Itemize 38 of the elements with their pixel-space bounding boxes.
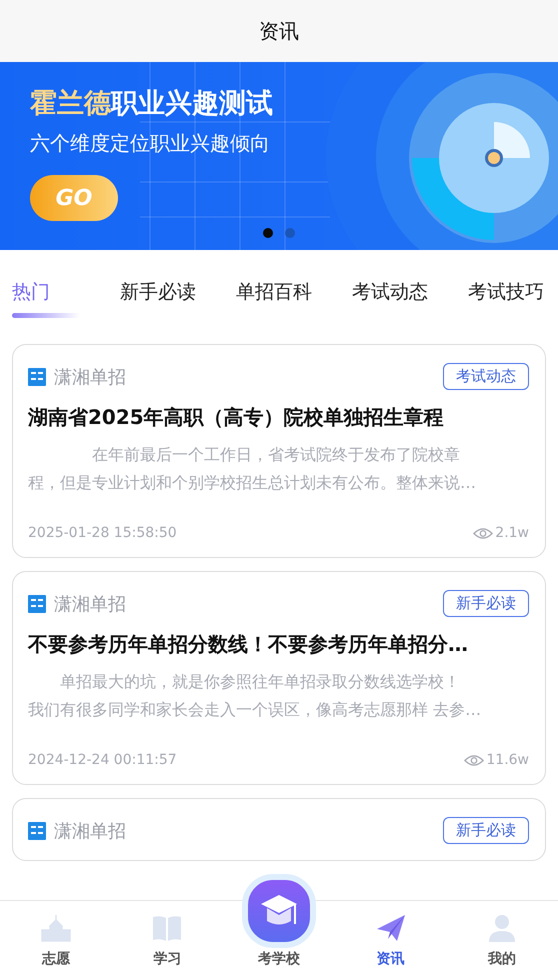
building-icon — [40, 912, 72, 944]
category-tag: 考试动态 — [443, 363, 529, 390]
carousel-dot[interactable] — [285, 228, 295, 238]
article-summary: 单招最大的坑，就是你参照往年单招录取分数线选学校！ 我们有很多同学和家长会走入一个误区，像高考志愿那样 去参… — [28, 671, 482, 721]
article-card[interactable]: 潇湘单招 新手必读 不要参考历年单招分数线！不要参考历年单招分… 单招最大的坑，就是你参照往年单招录取分数线选学校！ 我们有很多同学和家长会走入一个误区，像高考志愿那样 去参… 2024-12-24 00:11:57 11.6w — [12, 571, 546, 785]
nav-item[interactable]: 志愿 — [16, 912, 96, 968]
category-tab[interactable]: 考试动态 — [352, 278, 428, 318]
nav-item[interactable]: 我的 — [462, 912, 542, 968]
eye-icon — [464, 754, 484, 766]
banner-title: 霍兰德职业兴趣测试 — [30, 87, 273, 121]
publish-date: 2025-01-28 15:58:50 — [28, 525, 177, 541]
category-tab[interactable]: 考试技巧 — [468, 278, 544, 318]
carousel-dot[interactable] — [263, 228, 273, 238]
article-card[interactable]: 潇湘单招 考试动态 湖南省2025年高职（高专）院校单独招生章程 在年前最后一个工作日，省考试院终于发布了院校章 程，但是专业计划和个别学校招生总计划未有公布。整体来说… 2025-01-28 15:58:50 2.1w — [12, 344, 546, 558]
category-tab[interactable]: 新手必读 — [120, 278, 196, 318]
category-tab[interactable]: 单招百科 — [236, 278, 312, 318]
promo-banner[interactable]: 霍兰德职业兴趣测试 六个维度定位职业兴趣倾向 GO — [0, 62, 558, 250]
page-title: 资讯 — [259, 18, 299, 44]
source-logo-icon — [28, 368, 46, 386]
article-card[interactable]: 潇湘单招 新手必读 — [12, 798, 546, 861]
source-name: 潇湘单招 — [54, 592, 126, 616]
nav-item[interactable]: 学习 — [127, 912, 208, 968]
source-name: 潇湘单招 — [54, 820, 126, 842]
category-tag: 新手必读 — [443, 590, 529, 617]
article-title: 湖南省2025年高职（高专）院校单独招生章程 — [28, 404, 445, 431]
eye-icon — [473, 526, 494, 540]
source-name: 潇湘单招 — [54, 366, 126, 388]
article-title: 不要参考历年单招分数线！不要参考历年单招分… — [28, 631, 469, 658]
view-count: 11.6w — [486, 752, 529, 768]
source-logo-icon — [28, 822, 46, 840]
nav-item[interactable]: 资讯 — [350, 912, 431, 968]
category-tab[interactable]: 热门 — [12, 278, 80, 318]
category-tag: 新手必读 — [443, 817, 529, 844]
source-logo-icon — [28, 594, 46, 612]
article-summary: 在年前最后一个工作日，省考试院终于发布了院校章 程，但是专业计划和个别学校招生总计划未有公布。整体来说… — [28, 444, 477, 494]
view-count: 2.1w — [495, 525, 529, 541]
publish-date: 2024-12-24 00:11:57 — [28, 752, 177, 768]
banner-subtitle: 六个维度定位职业兴趣倾向 — [30, 130, 270, 157]
